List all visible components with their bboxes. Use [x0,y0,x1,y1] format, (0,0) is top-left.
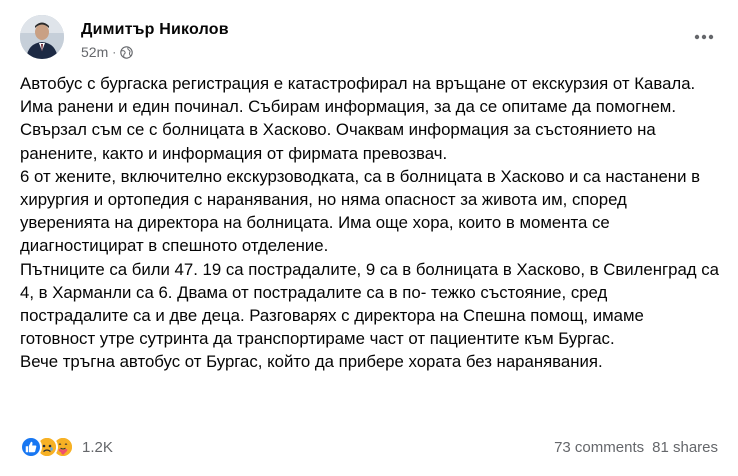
post-time[interactable]: 52m [81,44,108,60]
comments-link[interactable]: 73 comments [554,439,644,456]
reaction-count: 1.2K [82,438,113,456]
like-icon [20,436,42,458]
avatar[interactable] [20,15,64,59]
post-paragraph: Пътниците са били 47. 19 са пострадалите… [20,259,719,349]
post-paragraph: Автобус с бургаска регистрация е катастр… [20,74,696,163]
post-meta: 52m · [81,44,133,60]
meta-separator: · [112,45,117,59]
post-footer: 1.2K 73 comments 81 shares [20,433,718,461]
post-body: Автобус с бургаска регистрация е катастр… [20,72,720,374]
more-options-button[interactable] [692,25,716,49]
shares-link[interactable]: 81 shares [652,439,718,456]
engagement-counts: 73 comments 81 shares [554,439,718,456]
avatar-photo-icon [20,15,64,59]
reactions-summary[interactable]: 1.2K [20,436,113,458]
post-header: Димитър Николов 52m · [20,15,722,61]
more-horizontal-icon [694,34,714,40]
author-name[interactable]: Димитър Николов [81,21,229,39]
globe-icon [120,45,133,59]
post-paragraph: 6 от жените, включително екскурзоводката… [20,166,701,256]
post-paragraph: Вече тръгна автобус от Бургас, който да … [20,352,603,372]
facebook-post: Димитър Николов 52m · Автобус с бургаска… [0,0,738,476]
